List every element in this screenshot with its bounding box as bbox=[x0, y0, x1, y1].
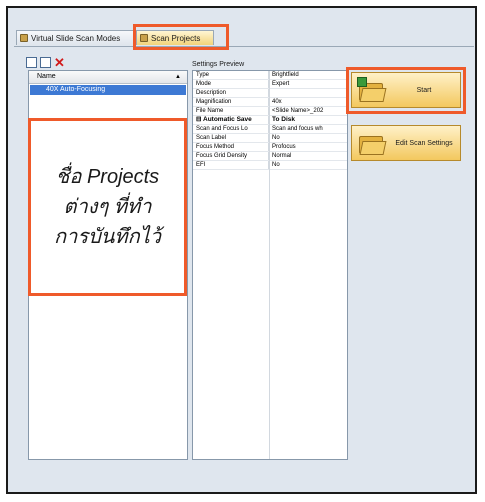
setting-key: Mode bbox=[193, 80, 269, 88]
setting-key: File Name bbox=[193, 107, 269, 115]
settings-row: Type Brightfield bbox=[193, 71, 347, 80]
settings-row: Focus Method Profocus bbox=[193, 143, 347, 152]
annotation-line: การบันทึกไว้ bbox=[53, 226, 162, 248]
settings-group-row[interactable]: ⊟ Automatic Save To Disk bbox=[193, 116, 347, 125]
delete-icon[interactable]: ✕ bbox=[54, 56, 65, 69]
setting-value: To Disk bbox=[272, 116, 295, 123]
setting-key: Scan and Focus Lo bbox=[193, 125, 269, 133]
annotation-line: ต่างๆ ที่ทำ bbox=[63, 196, 152, 218]
sort-ascending-icon: ▲ bbox=[175, 74, 181, 80]
setting-value bbox=[269, 89, 347, 97]
settings-row: Mode Expert bbox=[193, 80, 347, 89]
edit-scan-settings-button[interactable]: Edit Scan Settings bbox=[351, 125, 461, 161]
setting-key: Magnification bbox=[193, 98, 269, 106]
setting-value: Scan and focus wh bbox=[272, 126, 323, 132]
setting-key: ⊟ Automatic Save bbox=[193, 116, 269, 124]
new-project-icon[interactable] bbox=[26, 57, 37, 68]
start-highlight-box bbox=[346, 67, 466, 114]
setting-value: No bbox=[272, 135, 280, 141]
edit-settings-folder-icon bbox=[359, 132, 387, 156]
annotation-line: ชื่อ Projects bbox=[55, 166, 160, 188]
settings-row: EFI No bbox=[193, 161, 347, 170]
scan-mode-icon bbox=[20, 34, 28, 42]
list-column-header[interactable]: Name ▲ bbox=[29, 71, 187, 84]
settings-preview-table: Type Brightfield Mode Expert Description M… bbox=[192, 70, 348, 460]
setting-value: Brightfield bbox=[272, 72, 299, 78]
list-item[interactable]: 40X Auto-Focusing bbox=[30, 85, 186, 95]
tab-virtual-slide-scan-modes[interactable]: Virtual Slide Scan Modes bbox=[16, 30, 134, 45]
tab-highlight-box bbox=[133, 24, 229, 50]
setting-key: EFI bbox=[193, 161, 269, 169]
settings-row: Magnification 40x bbox=[193, 98, 347, 107]
annotation-note: ชื่อ Projects ต่างๆ ที่ทำ การบันทึกไว้ bbox=[28, 118, 187, 296]
setting-value: Profocus bbox=[272, 144, 296, 150]
setting-key: Scan Label bbox=[193, 134, 269, 142]
tab-label: Virtual Slide Scan Modes bbox=[31, 34, 121, 43]
setting-value: Expert bbox=[272, 81, 290, 87]
tab-bar: Virtual Slide Scan Modes Scan Projects bbox=[14, 28, 474, 47]
settings-preview-label: Settings Preview bbox=[192, 61, 245, 68]
edit-scan-settings-label: Edit Scan Settings bbox=[395, 140, 453, 147]
column-divider bbox=[269, 71, 270, 459]
setting-value: Normal bbox=[272, 153, 292, 159]
setting-key: Description bbox=[193, 89, 269, 97]
setting-value: 40x bbox=[272, 99, 282, 105]
column-name-label: Name bbox=[37, 73, 56, 80]
settings-row: Scan Label No bbox=[193, 134, 347, 143]
settings-row: Focus Grid Density Normal bbox=[193, 152, 347, 161]
settings-row: File Name <Slide Name>_202 bbox=[193, 107, 347, 116]
setting-value: <Slide Name>_202 bbox=[272, 108, 324, 114]
setting-key: Focus Method bbox=[193, 143, 269, 151]
copy-project-icon[interactable] bbox=[40, 57, 51, 68]
settings-row: Scan and Focus Lo Scan and focus wh bbox=[193, 125, 347, 134]
setting-value: No bbox=[272, 162, 280, 168]
setting-key: Type bbox=[193, 71, 269, 79]
setting-key: Focus Grid Density bbox=[193, 152, 269, 160]
settings-row: Description bbox=[193, 89, 347, 98]
